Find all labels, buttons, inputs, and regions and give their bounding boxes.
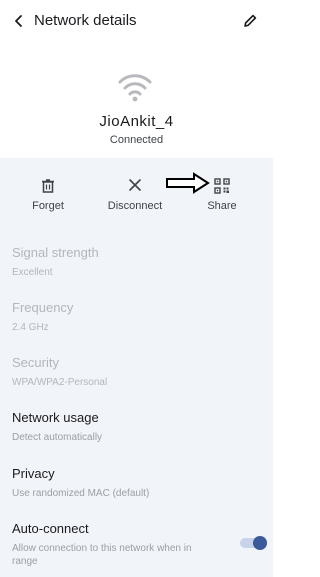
back-arrow-icon xyxy=(15,15,22,27)
share-label: Share xyxy=(207,200,237,212)
disconnect-label: Disconnect xyxy=(107,200,163,212)
auto-connect-setting[interactable]: Auto-connect Allow connection to this ne… xyxy=(12,521,217,568)
detail-label: Network usage xyxy=(12,410,99,425)
wifi-icon xyxy=(118,74,152,102)
detail-value: 2.4 GHz xyxy=(12,322,49,333)
detail-label: Security xyxy=(12,355,59,370)
trash-icon xyxy=(42,179,54,193)
detail-value: WPA/WPA2-Personal xyxy=(12,377,108,388)
forget-button[interactable]: Forget xyxy=(8,170,88,218)
qr-code-icon xyxy=(214,178,230,194)
network-usage-setting[interactable]: Network usage Detect automatically xyxy=(12,410,262,444)
detail-label: Privacy xyxy=(12,466,55,481)
detail-value: Detect automatically xyxy=(12,432,103,443)
detail-label: Signal strength xyxy=(12,245,99,260)
detail-frequency: Frequency 2.4 GHz xyxy=(12,300,262,334)
detail-signal-strength: Signal strength Excellent xyxy=(12,245,262,279)
detail-label: Auto-connect xyxy=(12,521,89,536)
privacy-setting[interactable]: Privacy Use randomized MAC (default) xyxy=(12,466,262,500)
app-bar: Network details xyxy=(0,0,273,44)
forget-label: Forget xyxy=(32,200,64,212)
disconnect-button[interactable]: Disconnect xyxy=(95,170,175,218)
close-icon xyxy=(129,179,141,191)
edit-button[interactable] xyxy=(239,10,261,32)
detail-value: Use randomized MAC (default) xyxy=(12,488,150,499)
toggle-thumb xyxy=(253,536,267,550)
header-area: Network details JioAnkit_4 Connected xyxy=(0,0,273,158)
back-button[interactable] xyxy=(8,10,30,32)
network-name: JioAnkit_4 xyxy=(99,113,174,130)
network-details-screen: Network details JioAnkit_4 Connected For… xyxy=(0,0,273,577)
detail-security: Security WPA/WPA2-Personal xyxy=(12,355,262,389)
detail-label: Frequency xyxy=(12,300,74,315)
connection-status: Connected xyxy=(109,134,164,146)
arrow-annotation-icon xyxy=(166,172,210,194)
detail-value: Allow connection to this network when in… xyxy=(12,543,192,567)
pencil-icon xyxy=(244,14,257,27)
page-title: Network details xyxy=(34,12,137,29)
action-row: Forget Disconnect Share xyxy=(0,170,273,220)
auto-connect-toggle[interactable] xyxy=(240,536,267,550)
detail-value: Excellent xyxy=(12,267,53,278)
